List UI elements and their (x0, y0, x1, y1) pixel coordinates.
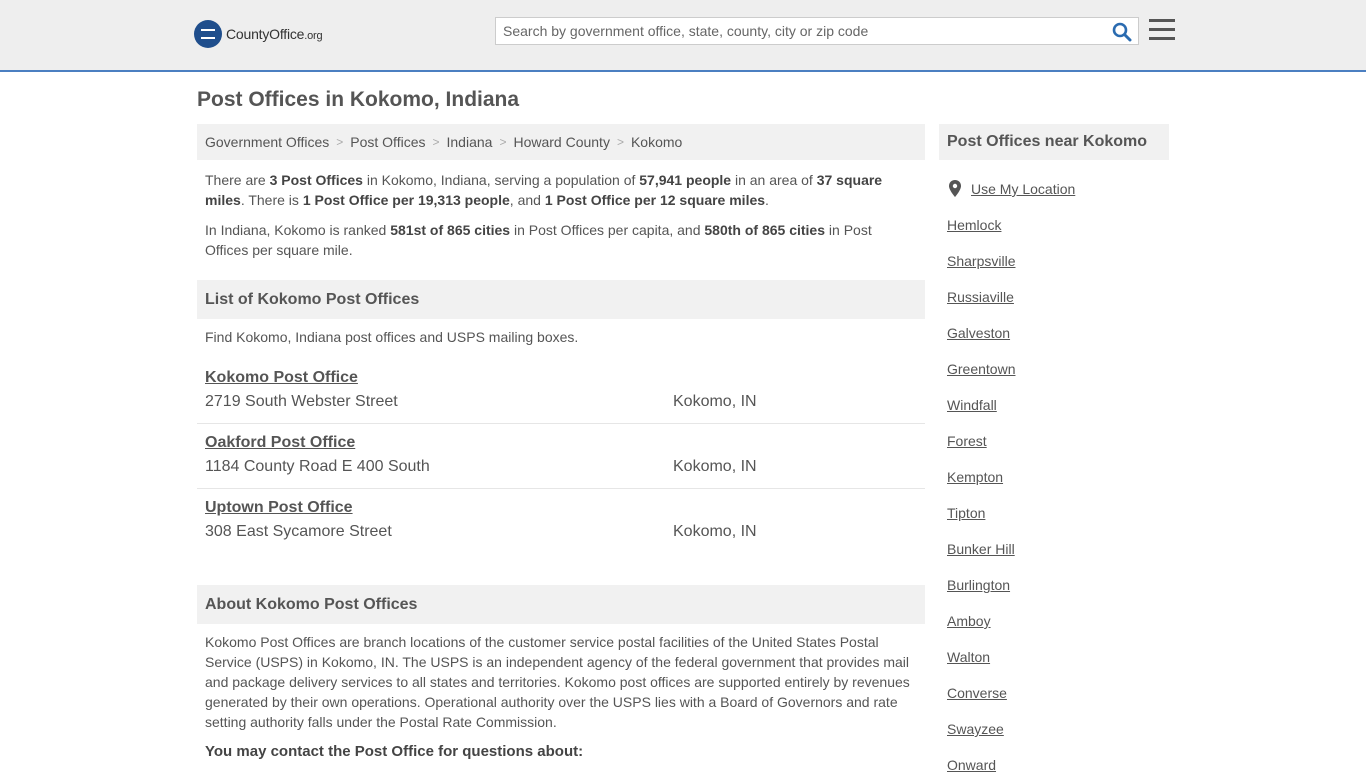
nearby-link[interactable]: Amboy (947, 613, 991, 629)
nearby-item: Windfall (947, 387, 1169, 423)
nearby-link[interactable]: Onward (947, 757, 996, 773)
breadcrumb: Government Offices > Post Offices > Indi… (197, 124, 925, 160)
nearby-item: Amboy (947, 603, 1169, 639)
breadcrumb-post-offices[interactable]: Post Offices (350, 134, 425, 150)
nearby-item: Sharpsville (947, 243, 1169, 279)
main-content: Government Offices > Post Offices > Indi… (197, 124, 925, 760)
nearby-link[interactable]: Galveston (947, 325, 1010, 341)
nearby-link[interactable]: Converse (947, 685, 1007, 701)
office-link[interactable]: Uptown Post Office (205, 499, 353, 517)
breadcrumb-separator-icon: > (432, 135, 440, 149)
summary-population: There are 3 Post Offices in Kokomo, Indi… (205, 172, 883, 208)
office-link[interactable]: Kokomo Post Office (205, 369, 358, 387)
office-city: Kokomo, IN (673, 523, 757, 540)
office-address: 1184 County Road E 400 South (205, 458, 430, 475)
nearby-link[interactable]: Walton (947, 649, 990, 665)
search-icon[interactable] (1112, 22, 1132, 42)
nearby-link[interactable]: Hemlock (947, 217, 1001, 233)
nearby-link[interactable]: Sharpsville (947, 253, 1015, 269)
nearby-item: Burlington (947, 567, 1169, 603)
use-my-location-link[interactable]: Use My Location (971, 181, 1075, 197)
nearby-item: Walton (947, 639, 1169, 675)
office-address: 2719 South Webster Street (205, 393, 398, 410)
nearby-link[interactable]: Swayzee (947, 721, 1004, 737)
list-intro: Find Kokomo, Indiana post offices and US… (205, 329, 579, 345)
sidebar-title: Post Offices near Kokomo (939, 124, 1169, 160)
hamburger-menu-icon[interactable] (1149, 19, 1175, 41)
breadcrumb-separator-icon: > (616, 135, 624, 149)
office-row: Oakford Post Office 1184 County Road E 4… (197, 424, 925, 489)
nearby-item: Russiaville (947, 279, 1169, 315)
contact-heading: You may contact the Post Office for ques… (205, 743, 584, 760)
summary-ranking: In Indiana, Kokomo is ranked 581st of 86… (205, 222, 872, 258)
nearby-link[interactable]: Greentown (947, 361, 1015, 377)
nearby-link[interactable]: Burlington (947, 577, 1010, 593)
nearby-link[interactable]: Kempton (947, 469, 1003, 485)
breadcrumb-separator-icon: > (499, 135, 507, 149)
logo-suffix: .org (304, 30, 323, 42)
nearby-item: Galveston (947, 315, 1169, 351)
nearby-item: Greentown (947, 351, 1169, 387)
breadcrumb-government-offices[interactable]: Government Offices (205, 134, 329, 150)
breadcrumb-indiana[interactable]: Indiana (447, 134, 493, 150)
nearby-item: Forest (947, 423, 1169, 459)
nearby-item: Hemlock (947, 207, 1169, 243)
list-section-title: List of Kokomo Post Offices (197, 280, 925, 319)
office-city: Kokomo, IN (673, 458, 757, 475)
office-list: Kokomo Post Office 2719 South Webster St… (197, 359, 925, 553)
nearby-item: Swayzee (947, 711, 1169, 747)
site-header: CountyOffice.org (0, 0, 1366, 72)
sidebar: Post Offices near Kokomo Use My Location… (939, 124, 1169, 783)
nearby-link[interactable]: Forest (947, 433, 987, 449)
nearby-link[interactable]: Bunker Hill (947, 541, 1015, 557)
map-pin-icon (949, 180, 961, 197)
nearby-list: Hemlock Sharpsville Russiaville Galvesto… (939, 207, 1169, 783)
breadcrumb-separator-icon: > (336, 135, 344, 149)
nearby-item: Bunker Hill (947, 531, 1169, 567)
office-address: 308 East Sycamore Street (205, 523, 392, 540)
site-logo[interactable]: CountyOffice.org (194, 20, 323, 48)
nearby-link[interactable]: Tipton (947, 505, 985, 521)
search-box (495, 17, 1139, 45)
office-row: Uptown Post Office 308 East Sycamore Str… (197, 489, 925, 553)
search-input[interactable] (496, 18, 1120, 44)
nearby-item: Converse (947, 675, 1169, 711)
about-section-title: About Kokomo Post Offices (197, 585, 925, 624)
nearby-item: Tipton (947, 495, 1169, 531)
nearby-link[interactable]: Russiaville (947, 289, 1014, 305)
about-text: Kokomo Post Offices are branch locations… (205, 634, 910, 730)
nearby-item: Onward (947, 747, 1169, 783)
page-title: Post Offices in Kokomo, Indiana (197, 88, 520, 111)
breadcrumb-howard-county[interactable]: Howard County (513, 134, 610, 150)
breadcrumb-kokomo[interactable]: Kokomo (631, 134, 682, 150)
office-link[interactable]: Oakford Post Office (205, 434, 355, 452)
nearby-link[interactable]: Windfall (947, 397, 997, 413)
logo-icon (194, 20, 222, 48)
nearby-item: Kempton (947, 459, 1169, 495)
office-city: Kokomo, IN (673, 393, 757, 410)
logo-text: CountyOffice (226, 26, 305, 42)
office-row: Kokomo Post Office 2719 South Webster St… (197, 359, 925, 424)
use-location-row: Use My Location (948, 180, 1169, 198)
